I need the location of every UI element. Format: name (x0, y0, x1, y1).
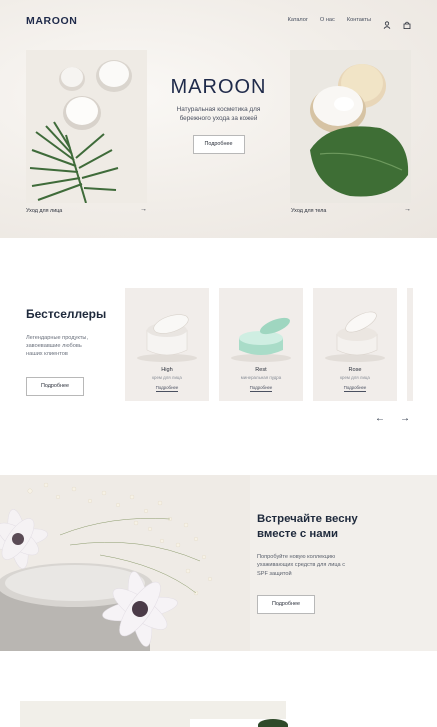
product-name: Rest (255, 367, 267, 373)
product-more-label[interactable]: Подробнее (249, 385, 273, 392)
face-care-photo (26, 50, 147, 203)
product-name: Rose (348, 367, 362, 373)
bestsellers-more-button[interactable]: Подробнее (26, 377, 84, 396)
spring-description-line: Попробуйте новую коллекцию (257, 554, 336, 560)
bag-icon[interactable] (403, 16, 411, 29)
spring-title-line: вместе с нами (257, 528, 339, 540)
product-image (325, 311, 385, 362)
product-card[interactable]: Rose крем для лица Подробнее (313, 288, 397, 401)
hero-text: MAROON Натуральная косметика для бережно… (152, 76, 285, 154)
product-more-link[interactable]: Подробнее (125, 385, 209, 392)
product-image (231, 317, 291, 362)
bestsellers-description-line: завоевавшие любовь (26, 343, 82, 349)
spring-description-line: SPF защитой (257, 570, 292, 577)
bestsellers-description-line: наших клиентов (26, 351, 68, 357)
body-care-arrow-icon[interactable]: → (404, 206, 411, 213)
spring-banner-image (0, 475, 250, 651)
face-care-arrow-icon[interactable]: → (140, 206, 147, 213)
spring-banner: Встречайте весну вместе с нами Попробуйт… (0, 475, 437, 651)
hero-subtitle-line: бережного ухода за кожей (179, 115, 258, 122)
slider-prev-button[interactable]: ← (375, 413, 385, 424)
hero-subtitle-line: Натуральная косметика для (176, 106, 261, 113)
hero-subtitle: Натуральная косметика для бережного уход… (152, 105, 285, 123)
product-kind: крем для лица (152, 375, 182, 380)
face-care-link[interactable]: Уход для лица (26, 208, 62, 214)
hero-title: MAROON (170, 76, 267, 98)
hero-more-button[interactable]: Подробнее (192, 135, 245, 154)
spring-description: Попробуйте новую коллекцию ухаживающих с… (257, 553, 375, 578)
site-header: MAROON Каталог О нас Контакты (0, 0, 437, 42)
spring-title: Встречайте весну вместе с нами (257, 512, 397, 542)
product-name: High (161, 367, 173, 373)
product-more-link[interactable]: Подробнее (313, 385, 397, 392)
slider-next-button[interactable]: → (400, 413, 410, 424)
body-care-link[interactable]: Уход для тела (291, 208, 326, 214)
nav-catalog[interactable]: Каталог (288, 17, 308, 23)
bestsellers-title: Бестселлеры (26, 307, 107, 321)
nav-contacts[interactable]: Контакты (347, 17, 371, 23)
logo[interactable]: MAROON (26, 15, 77, 27)
product-more-label[interactable]: Подробнее (155, 385, 179, 392)
spring-description-line: ухаживающих средств для лица с (257, 562, 346, 569)
user-icon[interactable] (383, 16, 391, 29)
product-kind: минеральная пудра (240, 375, 282, 380)
next-section-panel (190, 719, 310, 727)
product-more-label[interactable]: Подробнее (343, 385, 367, 392)
face-care-image[interactable] (26, 50, 147, 203)
bestsellers-description-line: Легендарные продукты, (26, 335, 88, 341)
main-nav: Каталог О нас Контакты (288, 16, 411, 29)
product-card-peek[interactable] (407, 288, 413, 401)
spring-title-line: Встречайте весну (257, 513, 358, 525)
product-card[interactable]: Rest минеральная пудра Подробнее (219, 288, 303, 401)
product-image (137, 314, 197, 362)
body-care-image[interactable] (290, 50, 411, 203)
product-card[interactable]: High крем для лица Подробнее (125, 288, 209, 401)
body-care-photo (290, 50, 411, 203)
product-kind: крем для лица (340, 375, 370, 380)
leaf-image (258, 719, 288, 727)
bestsellers-description: Легендарные продукты, завоевавшие любовь… (26, 334, 116, 358)
nav-about[interactable]: О нас (320, 17, 335, 23)
spring-more-button[interactable]: Подробнее (257, 595, 315, 614)
product-more-link[interactable]: Подробнее (219, 385, 303, 392)
